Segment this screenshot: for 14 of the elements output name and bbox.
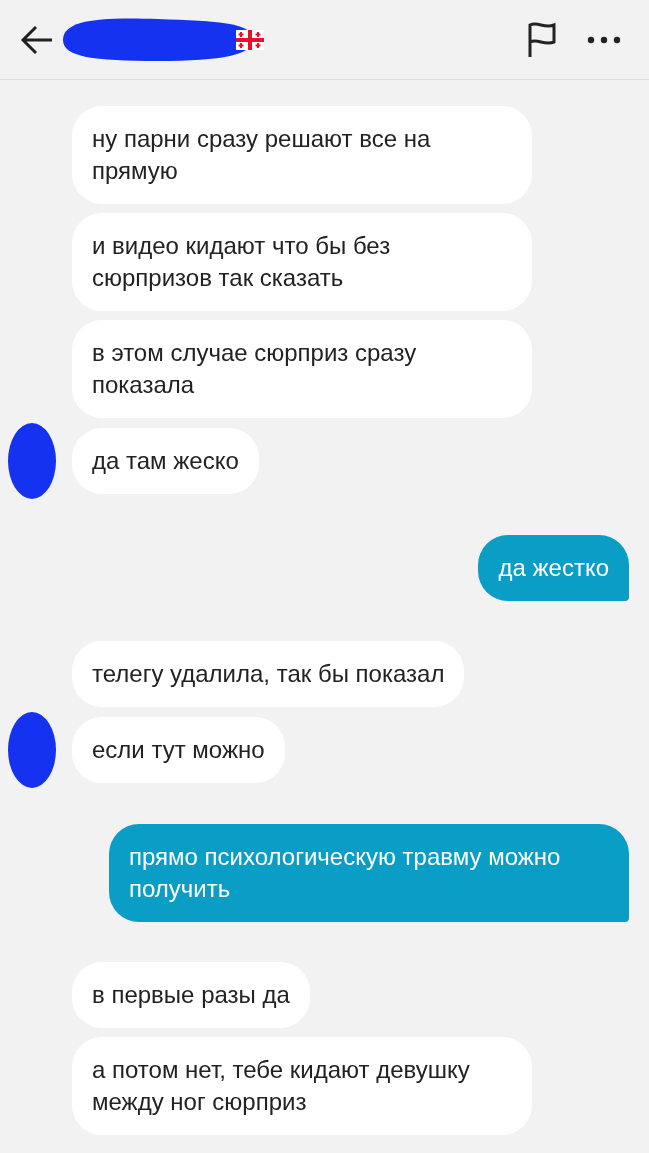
message-bubble: и видео кидают что бы без сюрпризов так сказать xyxy=(72,213,532,311)
message-bubble: прямо психологическую травму можно получить xyxy=(109,824,629,922)
more-icon[interactable] xyxy=(587,35,621,44)
flag-icon xyxy=(236,29,264,50)
message-bubble: в первые разы да xyxy=(72,962,310,1028)
back-icon[interactable] xyxy=(20,24,54,55)
message-bubble: а потом нет, тебе кидают девушку между ног сюрприз xyxy=(72,1037,532,1135)
message-bubble: да жестко xyxy=(478,535,629,601)
message-bubble: телегу удалила, так бы показал xyxy=(72,641,465,707)
message-bubble: да там жеско xyxy=(72,428,259,494)
message-bubble: в этом случае сюрприз сразу показала xyxy=(72,320,532,418)
message-bubble: если тут можно xyxy=(72,717,285,783)
message-bubble: ну парни сразу решают все на прямую xyxy=(72,106,532,204)
report-flag-icon[interactable] xyxy=(527,21,557,58)
